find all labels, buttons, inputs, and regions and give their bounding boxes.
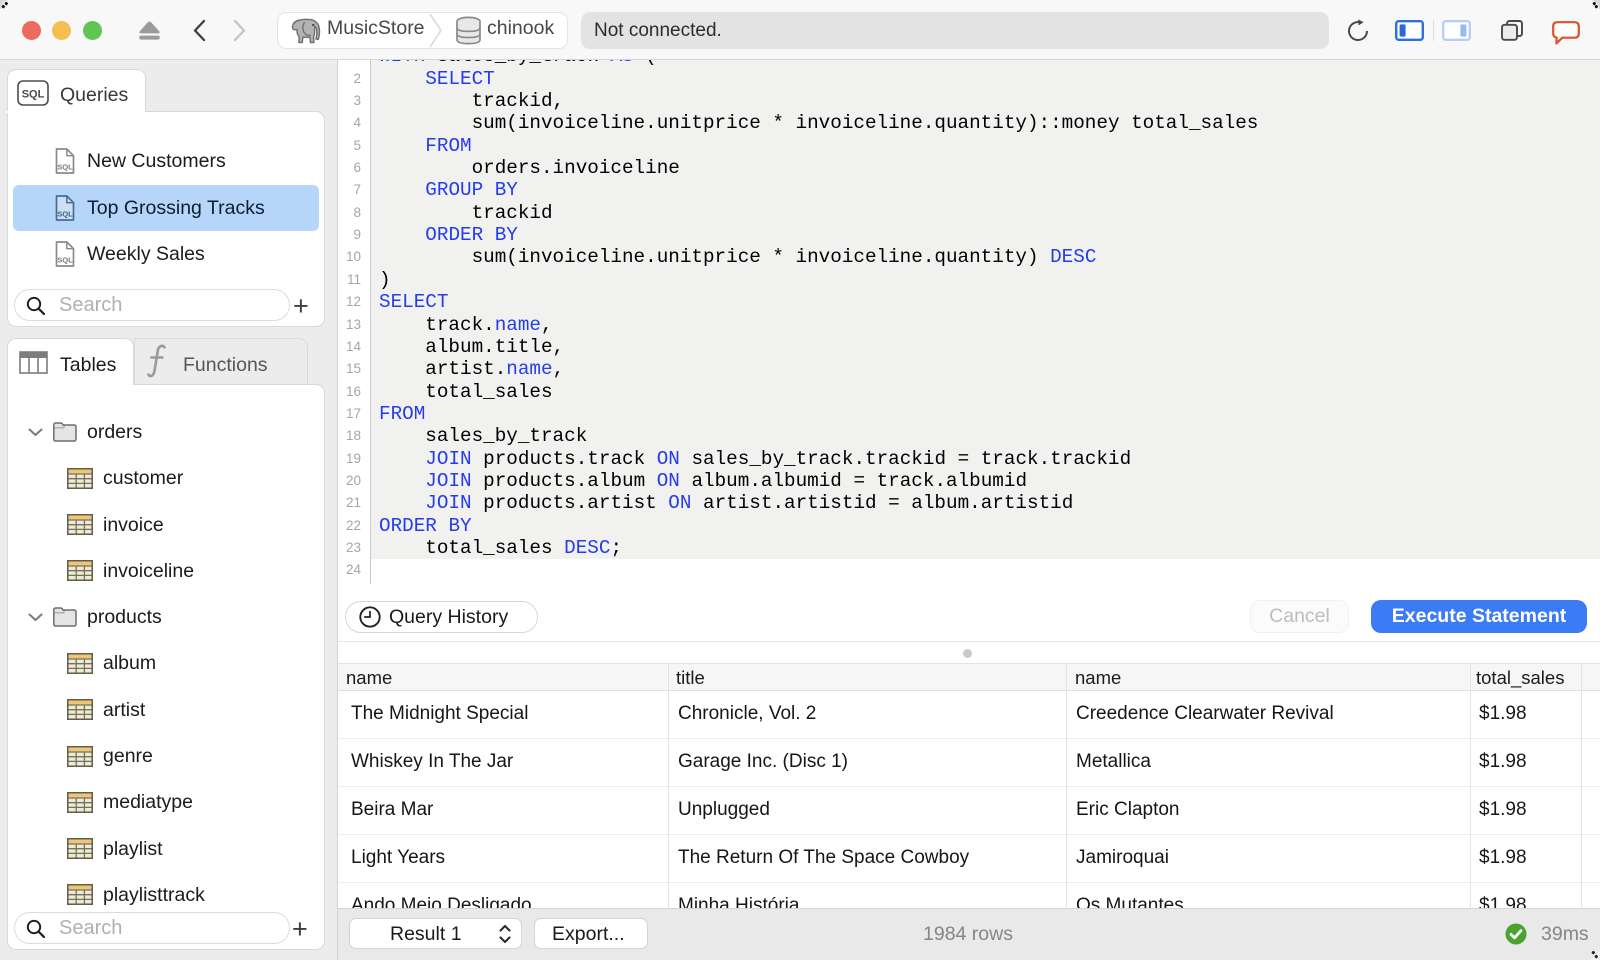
svg-text:SQL: SQL — [57, 210, 73, 219]
svg-text:SQL: SQL — [57, 163, 73, 172]
svg-text:SQL: SQL — [22, 89, 45, 101]
svg-text:SQL: SQL — [57, 256, 73, 265]
